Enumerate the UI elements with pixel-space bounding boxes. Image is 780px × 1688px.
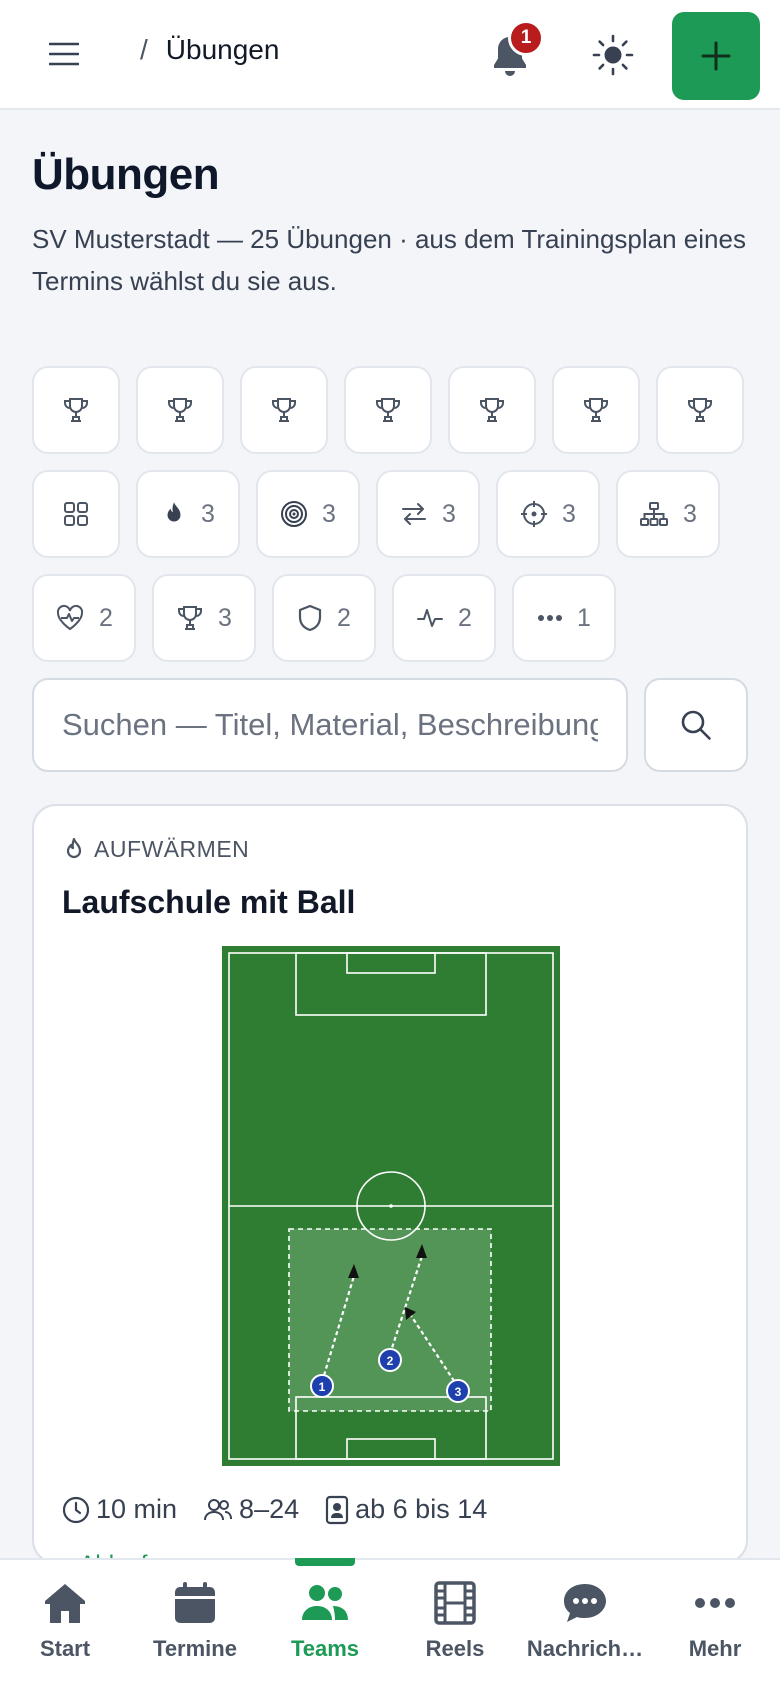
player-marker-3: 3 bbox=[446, 1379, 470, 1403]
exercise-title: Laufschule mit Ball bbox=[62, 884, 356, 920]
nav-nachrichten[interactable]: Nachrich… bbox=[520, 1560, 650, 1688]
filter-count: 1 bbox=[577, 603, 591, 632]
age-range: ab 6 bis 14 bbox=[355, 1494, 488, 1524]
pitch-diagram: 1 2 3 bbox=[222, 946, 560, 1466]
filter-count: 2 bbox=[99, 603, 113, 632]
svg-text:2: 2 bbox=[387, 1354, 394, 1368]
active-indicator bbox=[295, 1558, 355, 1566]
chat-icon bbox=[564, 1584, 606, 1622]
breadcrumb: / Übungen bbox=[140, 34, 279, 66]
trophy-icon bbox=[176, 604, 204, 632]
player-marker-2: 2 bbox=[378, 1348, 402, 1372]
filter-count: 3 bbox=[442, 499, 456, 528]
add-button[interactable] bbox=[672, 12, 760, 100]
filter-chip-crosshair[interactable]: 3 bbox=[496, 470, 600, 558]
filter-count: 3 bbox=[322, 499, 336, 528]
menu-icon[interactable] bbox=[40, 34, 88, 74]
nav-termine[interactable]: Termine bbox=[130, 1560, 260, 1688]
more-icon bbox=[695, 1598, 735, 1608]
nav-label: Mehr bbox=[688, 1636, 742, 1661]
home-icon bbox=[45, 1584, 85, 1623]
calendar-icon bbox=[175, 1582, 215, 1623]
sun-icon[interactable] bbox=[588, 30, 638, 80]
filter-chip-trophy[interactable] bbox=[32, 366, 120, 454]
filter-chip-trophy[interactable] bbox=[448, 366, 536, 454]
trophy-icon bbox=[166, 396, 194, 424]
hierarchy-icon bbox=[639, 501, 669, 527]
filter-chip-flame[interactable]: 3 bbox=[136, 470, 240, 558]
duration: 10 min bbox=[96, 1494, 178, 1524]
search-button[interactable] bbox=[644, 678, 748, 772]
flame-icon bbox=[161, 500, 187, 528]
filter-chip-trophy[interactable] bbox=[240, 366, 328, 454]
breadcrumb-separator: / bbox=[140, 34, 148, 65]
shield-icon bbox=[297, 604, 323, 632]
grid-icon bbox=[63, 501, 89, 527]
heart-pulse-icon bbox=[55, 604, 85, 632]
filter-chip-more[interactable]: 1 bbox=[512, 574, 616, 662]
filter-count: 3 bbox=[683, 499, 697, 528]
nav-mehr[interactable]: Mehr bbox=[650, 1560, 780, 1688]
notification-badge: 1 bbox=[508, 20, 544, 56]
svg-text:1: 1 bbox=[319, 1380, 326, 1394]
target-icon bbox=[280, 500, 308, 528]
nav-start[interactable]: Start bbox=[0, 1560, 130, 1688]
nav-label: Reels bbox=[425, 1636, 485, 1661]
exercise-card[interactable]: AUFWÄRMEN Laufschule mit Ball 1 2 3 10 m… bbox=[32, 804, 748, 1564]
top-bar: / Übungen 1 bbox=[0, 0, 780, 110]
group-icon bbox=[204, 1498, 233, 1520]
filter-chip-arrows-exchange[interactable]: 3 bbox=[376, 470, 480, 558]
svg-text:3: 3 bbox=[455, 1385, 462, 1399]
film-icon bbox=[434, 1581, 476, 1625]
crosshair-icon bbox=[520, 500, 548, 528]
bottom-navigation: Start Termine Teams Reels Nachrich… Mehr bbox=[0, 1558, 780, 1688]
trophy-icon bbox=[478, 396, 506, 424]
filter-chip-activity[interactable]: 2 bbox=[392, 574, 496, 662]
nav-reels[interactable]: Reels bbox=[390, 1560, 520, 1688]
filter-count: 2 bbox=[458, 603, 472, 632]
filter-chip-target[interactable]: 3 bbox=[256, 470, 360, 558]
users-icon bbox=[302, 1585, 348, 1620]
trophy-icon bbox=[582, 396, 610, 424]
category-label: AUFWÄRMEN bbox=[94, 836, 250, 862]
nav-label: Start bbox=[39, 1636, 91, 1661]
search-input[interactable] bbox=[32, 678, 628, 772]
activity-icon bbox=[416, 606, 444, 630]
plus-icon bbox=[701, 41, 731, 71]
clock-icon bbox=[62, 1496, 90, 1523]
filter-count: 3 bbox=[218, 603, 232, 632]
filter-count: 3 bbox=[562, 499, 576, 528]
breadcrumb-current: Übungen bbox=[165, 34, 280, 65]
search-icon bbox=[681, 710, 711, 740]
exercise-meta: 10 min 8–24 ab 6 bis 14 bbox=[62, 1494, 487, 1525]
nav-label: Termine bbox=[153, 1636, 237, 1661]
filter-chip-shield[interactable]: 2 bbox=[272, 574, 376, 662]
trophy-icon bbox=[270, 396, 298, 424]
arrows-exchange-icon bbox=[400, 501, 428, 527]
filter-chip-trophy[interactable] bbox=[552, 366, 640, 454]
player-marker-1: 1 bbox=[310, 1374, 334, 1398]
group-size: 8–24 bbox=[239, 1494, 300, 1524]
flame-icon bbox=[66, 837, 82, 858]
page-title: Übungen bbox=[32, 150, 220, 199]
filter-chip-hierarchy[interactable]: 3 bbox=[616, 470, 720, 558]
nav-teams[interactable]: Teams bbox=[260, 1558, 390, 1688]
filter-chip-trophy[interactable]: 3 bbox=[152, 574, 256, 662]
filter-chip-trophy[interactable] bbox=[344, 366, 432, 454]
filter-chip-trophy[interactable] bbox=[656, 366, 744, 454]
filter-chip-grid[interactable] bbox=[32, 470, 120, 558]
trophy-icon bbox=[374, 396, 402, 424]
id-card-icon bbox=[326, 1495, 349, 1524]
filter-count: 3 bbox=[201, 499, 215, 528]
nav-label: Nachrich… bbox=[526, 1636, 644, 1661]
exercise-category: AUFWÄRMEN bbox=[62, 836, 249, 863]
filter-chip-heart-pulse[interactable]: 2 bbox=[32, 574, 136, 662]
nav-label: Teams bbox=[290, 1636, 360, 1661]
page-subtitle: SV Musterstadt — 25 Übungen · aus dem Tr… bbox=[32, 224, 746, 296]
filter-chip-trophy[interactable] bbox=[136, 366, 224, 454]
trophy-icon bbox=[62, 396, 90, 424]
trophy-icon bbox=[686, 396, 714, 424]
more-icon bbox=[537, 614, 563, 622]
filter-count: 2 bbox=[337, 603, 351, 632]
